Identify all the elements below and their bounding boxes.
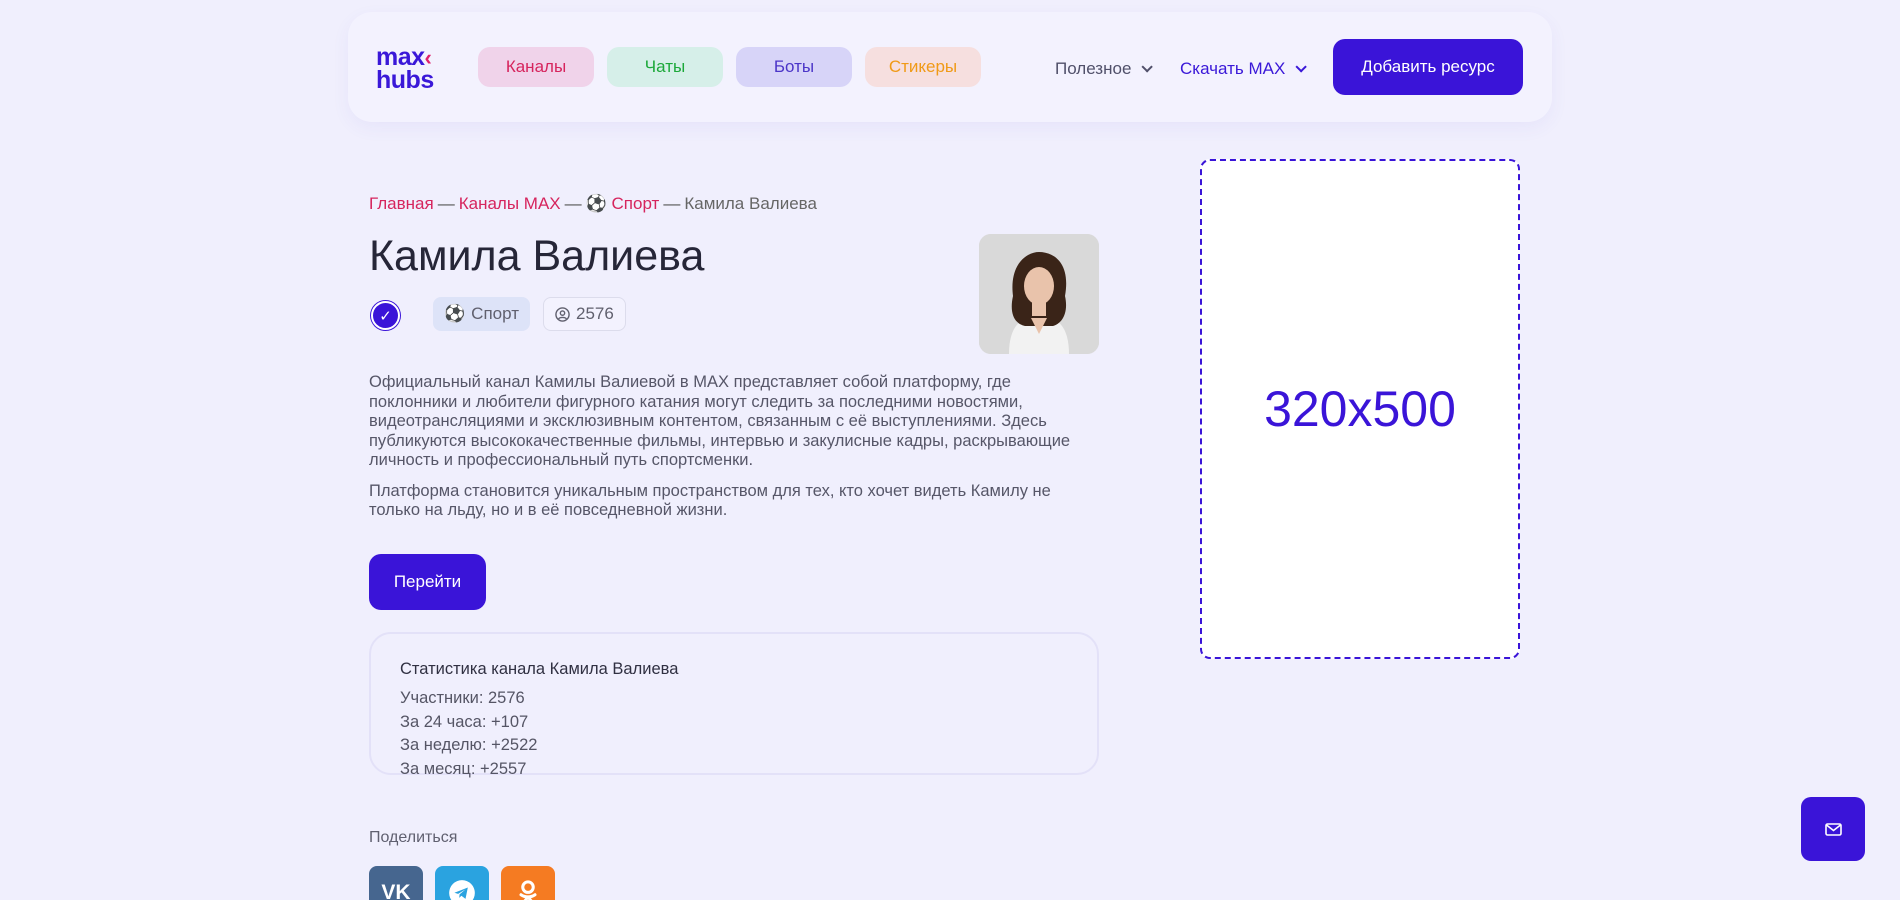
breadcrumb-channels-link[interactable]: Каналы MAX — [459, 194, 561, 213]
site-header: max‹ hubs Каналы Чаты Боты Стикеры Полез… — [348, 12, 1552, 122]
breadcrumb-separator: — — [437, 194, 455, 213]
members-count: 2576 — [576, 304, 614, 323]
soccer-ball-icon: ⚽ — [585, 194, 607, 213]
go-to-channel-button[interactable]: Перейти — [369, 554, 486, 610]
nav-bots-button[interactable]: Боты — [736, 47, 852, 87]
download-max-dropdown[interactable]: Скачать MAX — [1180, 59, 1308, 79]
channel-stats-card: Статистика канала Камила Валиева Участни… — [369, 632, 1099, 778]
category-tag[interactable]: ⚽ Спорт — [433, 297, 530, 331]
nav-channels-button[interactable]: Каналы — [478, 47, 594, 87]
members-count-badge: 2576 — [543, 297, 626, 331]
chevron-down-icon — [1141, 61, 1154, 73]
useful-dropdown[interactable]: Полезное — [1055, 59, 1154, 79]
stats-day: За 24 часа: +107 — [400, 712, 529, 731]
logo-text-bottom: hubs — [376, 66, 434, 94]
breadcrumb-category-link[interactable]: Спорт — [612, 194, 660, 213]
soccer-ball-icon: ⚽ — [444, 304, 466, 323]
verified-check-icon: ✓ — [371, 301, 400, 330]
page-title: Камила Валиева — [369, 232, 705, 280]
channel-avatar — [979, 234, 1099, 354]
avatar-photo — [979, 234, 1099, 354]
share-vk-button[interactable]: VK — [369, 866, 423, 900]
share-odnoklassniki-button[interactable] — [501, 866, 555, 900]
stats-week: За неделю: +2522 — [400, 736, 538, 754]
odnoklassniki-icon — [519, 880, 537, 900]
user-circle-icon — [555, 306, 570, 322]
useful-label: Полезное — [1055, 59, 1132, 78]
mail-icon — [1824, 822, 1842, 836]
chevron-down-icon — [1295, 61, 1308, 73]
description-paragraph: Официальный канал Камилы Валиевой в MAX … — [369, 373, 1071, 469]
add-resource-button[interactable]: Добавить ресурс — [1333, 39, 1523, 95]
breadcrumb-home-link[interactable]: Главная — [369, 194, 434, 213]
logo[interactable]: max‹ hubs — [376, 45, 434, 94]
category-tag-label: Спорт — [471, 304, 519, 323]
share-label: Поделиться — [369, 829, 458, 846]
channel-description: Официальный канал Камилы Валиевой в MAX … — [369, 373, 1099, 532]
download-label: Скачать MAX — [1180, 59, 1286, 78]
vk-icon: VK — [381, 881, 411, 900]
feedback-button[interactable] — [1801, 797, 1865, 861]
share-telegram-button[interactable] — [435, 866, 489, 900]
nav-stickers-button[interactable]: Стикеры — [865, 47, 981, 87]
ad-size-label: 320x500 — [1264, 381, 1456, 437]
nav-chats-button[interactable]: Чаты — [607, 47, 723, 87]
stats-title: Статистика канала Камила Валиева — [400, 660, 679, 678]
stats-members: Участники: 2576 — [400, 689, 525, 707]
description-paragraph: Платформа становится уникальным простран… — [369, 481, 1051, 520]
breadcrumb-separator: — — [564, 194, 582, 213]
stats-month: За месяц: +2557 — [400, 759, 527, 778]
breadcrumb-separator: — — [663, 194, 681, 213]
telegram-icon — [449, 880, 475, 900]
ad-placeholder: 320x500 — [1200, 159, 1520, 659]
breadcrumb-current: Камила Валиева — [684, 194, 817, 213]
breadcrumb: Главная — Каналы MAX — ⚽ Спорт — Камила Валиев… — [369, 194, 817, 214]
